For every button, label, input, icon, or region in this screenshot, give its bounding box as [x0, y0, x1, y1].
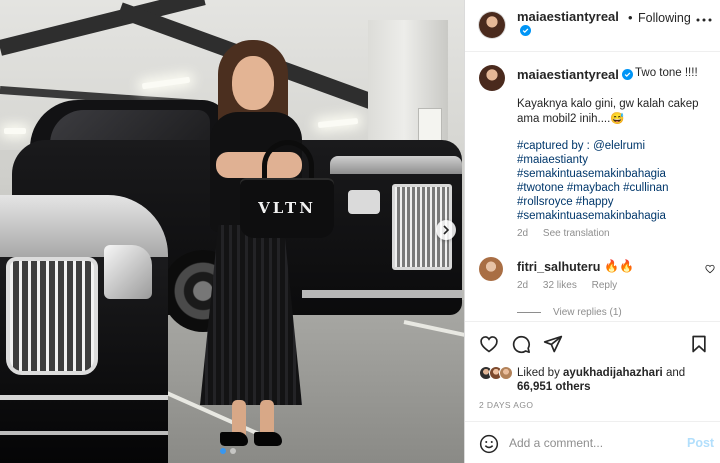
comment-age: 2d: [517, 280, 529, 291]
caption-first-line: Two tone !!!!: [635, 67, 698, 79]
comments-area[interactable]: maiaestiantyreal Two tone !!!! Kayaknya …: [465, 53, 720, 321]
liked-by-prefix: Liked by: [517, 367, 564, 379]
following-button[interactable]: Following: [638, 11, 691, 25]
heart-icon[interactable]: [479, 334, 499, 354]
bag-logo-text: VLTN: [258, 199, 316, 217]
commenter-avatar[interactable]: [479, 257, 503, 281]
verified-badge-icon: [621, 69, 633, 80]
more-options-icon[interactable]: [695, 12, 713, 28]
comment-text: 🔥🔥: [604, 259, 634, 273]
caption-age: 2d: [517, 228, 529, 239]
woman-figure: [190, 40, 330, 460]
hashtag-list[interactable]: #maiaestianty #semakintuasemakinbahagia …: [517, 153, 713, 223]
caption-author-text[interactable]: maiaestiantyreal: [517, 67, 619, 82]
chevron-right-icon: [443, 225, 450, 235]
comment-input[interactable]: [509, 432, 669, 454]
view-replies-button[interactable]: View replies (1): [517, 307, 622, 318]
comment-meta: 2d 32 likes Reply: [517, 280, 617, 291]
likes-summary: Liked by ayukhadijahazhari and 66,951 ot…: [465, 362, 720, 398]
caption-body: Kayaknya kalo gini, gw kalah cakep ama m…: [517, 98, 699, 125]
sedan-headlight: [104, 245, 152, 299]
post-header: maiaestiantyreal • Following: [465, 0, 720, 52]
verified-badge-icon: [520, 25, 531, 36]
carousel-indicator: [220, 448, 236, 454]
comment-reply-button[interactable]: Reply: [592, 280, 618, 291]
comment-icon[interactable]: [511, 334, 531, 354]
sedan-chrome-trim: [0, 395, 168, 400]
post-side-panel: maiaestiantyreal • Following maiaestiant…: [464, 0, 720, 463]
caption-hashtags: #captured by : @elelrumi #maiaestianty #…: [517, 139, 713, 223]
add-comment-bar: Post: [465, 421, 720, 463]
handbag: VLTN: [240, 140, 334, 238]
carousel-dot-active: [220, 448, 226, 454]
bag-body: VLTN: [240, 178, 334, 238]
header-separator: •: [628, 10, 633, 25]
see-translation-link[interactable]: See translation: [543, 228, 610, 239]
post-actions-bar: [465, 321, 720, 365]
pleated-skirt: [200, 225, 302, 405]
commenter-username[interactable]: fitri_salhuteru: [517, 260, 600, 274]
caption-avatar[interactable]: [479, 65, 505, 91]
author-avatar[interactable]: [479, 12, 505, 38]
liked-by-and: and: [662, 367, 686, 379]
post-comment-button[interactable]: Post: [687, 436, 714, 450]
caption-author[interactable]: maiaestiantyreal: [517, 67, 633, 82]
liker-avatar[interactable]: [499, 366, 513, 380]
comment-like-icon[interactable]: [705, 264, 715, 274]
liked-by-text: Liked by ayukhadijahazhari and 66,951 ot…: [517, 366, 717, 394]
liked-by-count[interactable]: 66,951 others: [517, 381, 591, 393]
post-photo[interactable]: VLTN: [0, 0, 464, 463]
shoe: [220, 432, 248, 446]
face: [232, 56, 274, 110]
sedan-chrome-trim: [0, 431, 168, 435]
share-icon[interactable]: [543, 334, 563, 354]
liked-by-user[interactable]: ayukhadijahazhari: [563, 367, 663, 379]
caption-meta: 2d See translation: [517, 228, 610, 239]
post-timestamp[interactable]: 2 DAYS AGO: [479, 400, 533, 410]
silver-black-sedan: [0, 195, 168, 463]
carousel-dot: [230, 448, 236, 454]
bookmark-icon[interactable]: [689, 334, 709, 354]
sedan-grille: [6, 257, 98, 375]
author-username-text[interactable]: maiaestiantyreal: [517, 9, 619, 24]
smiley-icon[interactable]: [479, 434, 499, 454]
shoe: [254, 432, 282, 446]
suv-headlight: [348, 190, 380, 214]
carousel-next-button[interactable]: [436, 220, 456, 240]
author-username[interactable]: maiaestiantyreal: [517, 10, 621, 38]
caption-credit[interactable]: #captured by : @elelrumi: [517, 139, 713, 153]
suv-silver-hood: [330, 156, 462, 174]
comment-like-count[interactable]: 32 likes: [543, 280, 577, 291]
